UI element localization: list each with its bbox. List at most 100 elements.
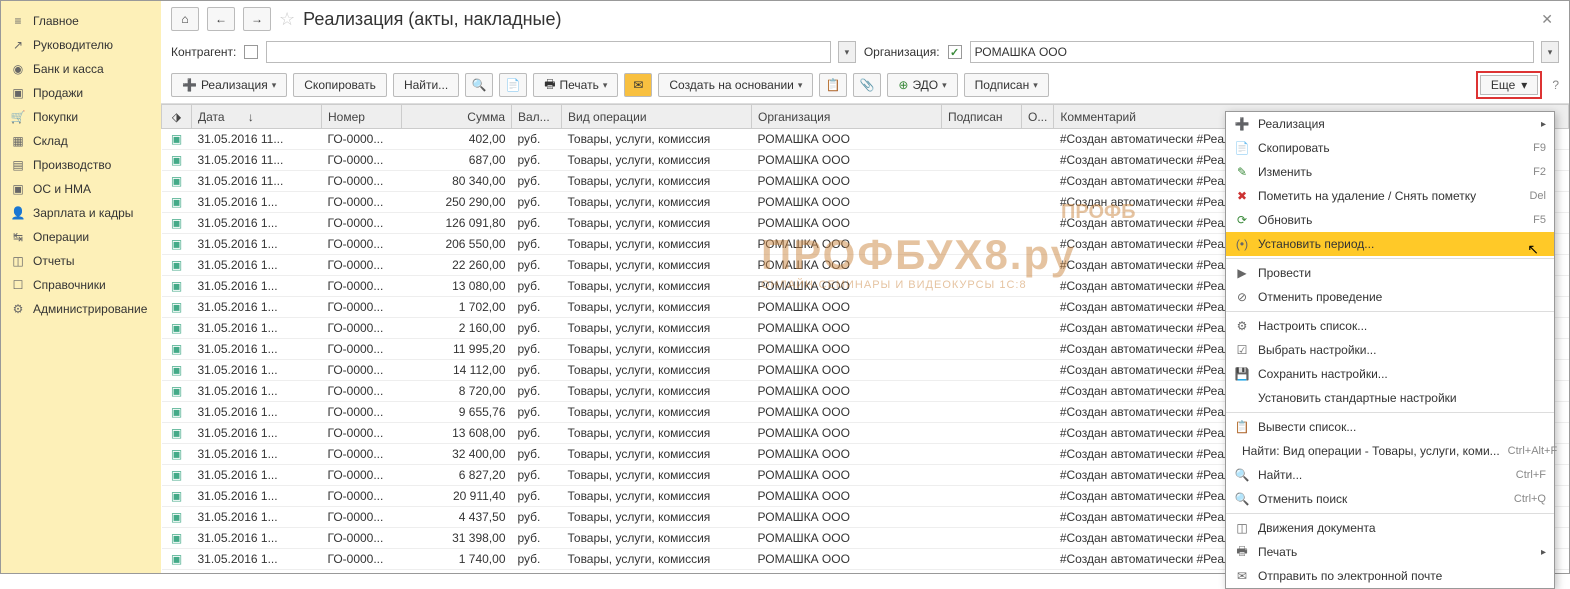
menu-item-11[interactable]: ☑Выбрать настройки... xyxy=(1226,338,1554,362)
sidebar-item-1[interactable]: ↗Руководителю xyxy=(1,33,161,57)
menu-item-18[interactable]: 🔍Отменить поискCtrl+Q xyxy=(1226,487,1554,511)
org-dropdown[interactable]: ▾ xyxy=(1541,41,1559,63)
menu-item-label: Найти: Вид операции - Товары, услуги, ко… xyxy=(1242,444,1500,458)
signed-button[interactable]: Подписан▾ xyxy=(964,73,1049,97)
cell-optype: Товары, услуги, комиссия xyxy=(562,381,752,402)
menu-item-16[interactable]: Найти: Вид операции - Товары, услуги, ко… xyxy=(1226,439,1554,463)
menu-item-20[interactable]: ◫Движения документа xyxy=(1226,516,1554,540)
menu-item-icon: ⊘ xyxy=(1234,289,1250,305)
cancel-search-button[interactable]: 🔍 xyxy=(465,73,493,97)
menu-item-7[interactable]: ▶Провести xyxy=(1226,261,1554,285)
sidebar-item-6[interactable]: ▤Производство xyxy=(1,153,161,177)
menu-item-13[interactable]: Установить стандартные настройки xyxy=(1226,386,1554,410)
cell-o xyxy=(1022,465,1054,486)
cell-optype: Товары, услуги, комиссия xyxy=(562,486,752,507)
sidebar-item-0[interactable]: ≡Главное xyxy=(1,9,161,33)
submenu-arrow-icon: ▸ xyxy=(1541,547,1546,558)
col-signed[interactable]: Подписан xyxy=(942,105,1022,129)
menu-item-22[interactable]: ✉Отправить по электронной почте xyxy=(1226,564,1554,588)
sidebar-item-5[interactable]: ▦Склад xyxy=(1,129,161,153)
doc-status-icon: ▣ xyxy=(171,447,182,461)
cell-signed xyxy=(942,507,1022,528)
menu-item-21[interactable]: 🖶Печать▸ xyxy=(1226,540,1554,564)
col-optype[interactable]: Вид операции xyxy=(562,105,752,129)
sidebar-item-10[interactable]: ◫Отчеты xyxy=(1,249,161,273)
doc-status-icon: ▣ xyxy=(171,342,182,356)
sidebar-item-8[interactable]: 👤Зарплата и кадры xyxy=(1,201,161,225)
cell-date: 31.05.2016 1... xyxy=(192,297,322,318)
favorite-star-icon[interactable]: ☆ xyxy=(279,9,295,30)
counterparty-checkbox[interactable] xyxy=(244,45,258,59)
cell-org: РОМАШКА ООО xyxy=(752,444,942,465)
back-button[interactable]: ← xyxy=(207,7,235,31)
sidebar-item-4[interactable]: 🛒Покупки xyxy=(1,105,161,129)
cell-number: ГО-0000... xyxy=(322,381,402,402)
find-button[interactable]: Найти... xyxy=(393,73,459,97)
org-checkbox[interactable] xyxy=(948,45,962,59)
close-button[interactable]: ✕ xyxy=(1535,11,1559,28)
home-button[interactable]: ⌂ xyxy=(171,7,199,31)
create-based-button[interactable]: Создать на основании▾ xyxy=(658,73,813,97)
cell-sum: 250 290,00 xyxy=(402,192,512,213)
forward-button[interactable]: → xyxy=(243,7,271,31)
col-sum[interactable]: Сумма xyxy=(402,105,512,129)
sidebar-item-3[interactable]: ▣Продажи xyxy=(1,81,161,105)
menu-item-10[interactable]: ⚙Настроить список... xyxy=(1226,314,1554,338)
menu-item-icon: ☑ xyxy=(1234,342,1250,358)
menu-item-15[interactable]: 📋Вывести список... xyxy=(1226,415,1554,439)
cell-date: 31.05.2016 11... xyxy=(192,129,322,150)
col-o[interactable]: О... xyxy=(1022,105,1054,129)
cell-org: РОМАШКА ООО xyxy=(752,423,942,444)
edo-button[interactable]: ⊕ЭДО▾ xyxy=(887,73,957,97)
sidebar-item-11[interactable]: ☐Справочники xyxy=(1,273,161,297)
doc-action1-button[interactable]: 📄 xyxy=(499,73,527,97)
menu-item-5[interactable]: (•)Установить период... xyxy=(1226,232,1554,256)
doc-status-icon: ▣ xyxy=(171,363,182,377)
more-button[interactable]: Еще▾ xyxy=(1480,75,1538,95)
help-button[interactable]: ? xyxy=(1552,78,1559,92)
create-based-label: Создать на основании xyxy=(669,78,794,92)
col-org[interactable]: Организация xyxy=(752,105,942,129)
org-input[interactable]: РОМАШКА ООО xyxy=(970,41,1534,63)
print-button[interactable]: 🖶Печать▾ xyxy=(533,73,618,97)
realization-button[interactable]: ➕Реализация▾ xyxy=(171,73,287,97)
col-date[interactable]: Дата ↓ xyxy=(192,105,322,129)
col-number[interactable]: Номер xyxy=(322,105,402,129)
sidebar-item-7[interactable]: ▣ОС и НМА xyxy=(1,177,161,201)
menu-item-17[interactable]: 🔍Найти...Ctrl+F xyxy=(1226,463,1554,487)
cell-optype: Товары, услуги, комиссия xyxy=(562,234,752,255)
menu-item-3[interactable]: ✖Пометить на удаление / Снять пометкуDel xyxy=(1226,184,1554,208)
attach-button[interactable]: 📎 xyxy=(853,73,881,97)
sidebar-item-9[interactable]: ↹Операции xyxy=(1,225,161,249)
sidebar-item-2[interactable]: ◉Банк и касса xyxy=(1,57,161,81)
cell-number: ГО-0000... xyxy=(322,444,402,465)
sidebar-icon: 👤 xyxy=(11,206,25,220)
cell-o xyxy=(1022,528,1054,549)
menu-item-1[interactable]: 📄СкопироватьF9 xyxy=(1226,136,1554,160)
cell-date: 31.05.2016 11... xyxy=(192,150,322,171)
menu-item-4[interactable]: ⟳ОбновитьF5 xyxy=(1226,208,1554,232)
col-status-icon[interactable]: ⬗ xyxy=(162,105,192,129)
counterparty-dropdown[interactable]: ▾ xyxy=(838,41,856,63)
menu-item-0[interactable]: ➕Реализация▸ xyxy=(1226,112,1554,136)
cell-currency: руб. xyxy=(512,297,562,318)
org-label: Организация: xyxy=(864,45,940,59)
cell-currency: руб. xyxy=(512,486,562,507)
cell-org: РОМАШКА ООО xyxy=(752,171,942,192)
col-currency[interactable]: Вал... xyxy=(512,105,562,129)
doc-action2-button[interactable]: 📋 xyxy=(819,73,847,97)
cell-date: 31.05.2016 1... xyxy=(192,339,322,360)
sidebar-label: Производство xyxy=(33,158,111,172)
copy-button[interactable]: Скопировать xyxy=(293,73,387,97)
menu-item-icon: ▶ xyxy=(1234,265,1250,281)
menu-shortcut: Ctrl+Q xyxy=(1514,493,1546,505)
cell-date: 31.05.2016 1... xyxy=(192,213,322,234)
menu-item-2[interactable]: ✎ИзменитьF2 xyxy=(1226,160,1554,184)
menu-shortcut: Ctrl+Alt+F xyxy=(1508,445,1558,457)
menu-item-12[interactable]: 💾Сохранить настройки... xyxy=(1226,362,1554,386)
counterparty-input[interactable] xyxy=(266,41,830,63)
menu-item-8[interactable]: ⊘Отменить проведение xyxy=(1226,285,1554,309)
cell-org: РОМАШКА ООО xyxy=(752,549,942,570)
sidebar-item-12[interactable]: ⚙Администрирование xyxy=(1,297,161,321)
email-button[interactable]: ✉ xyxy=(624,73,652,97)
